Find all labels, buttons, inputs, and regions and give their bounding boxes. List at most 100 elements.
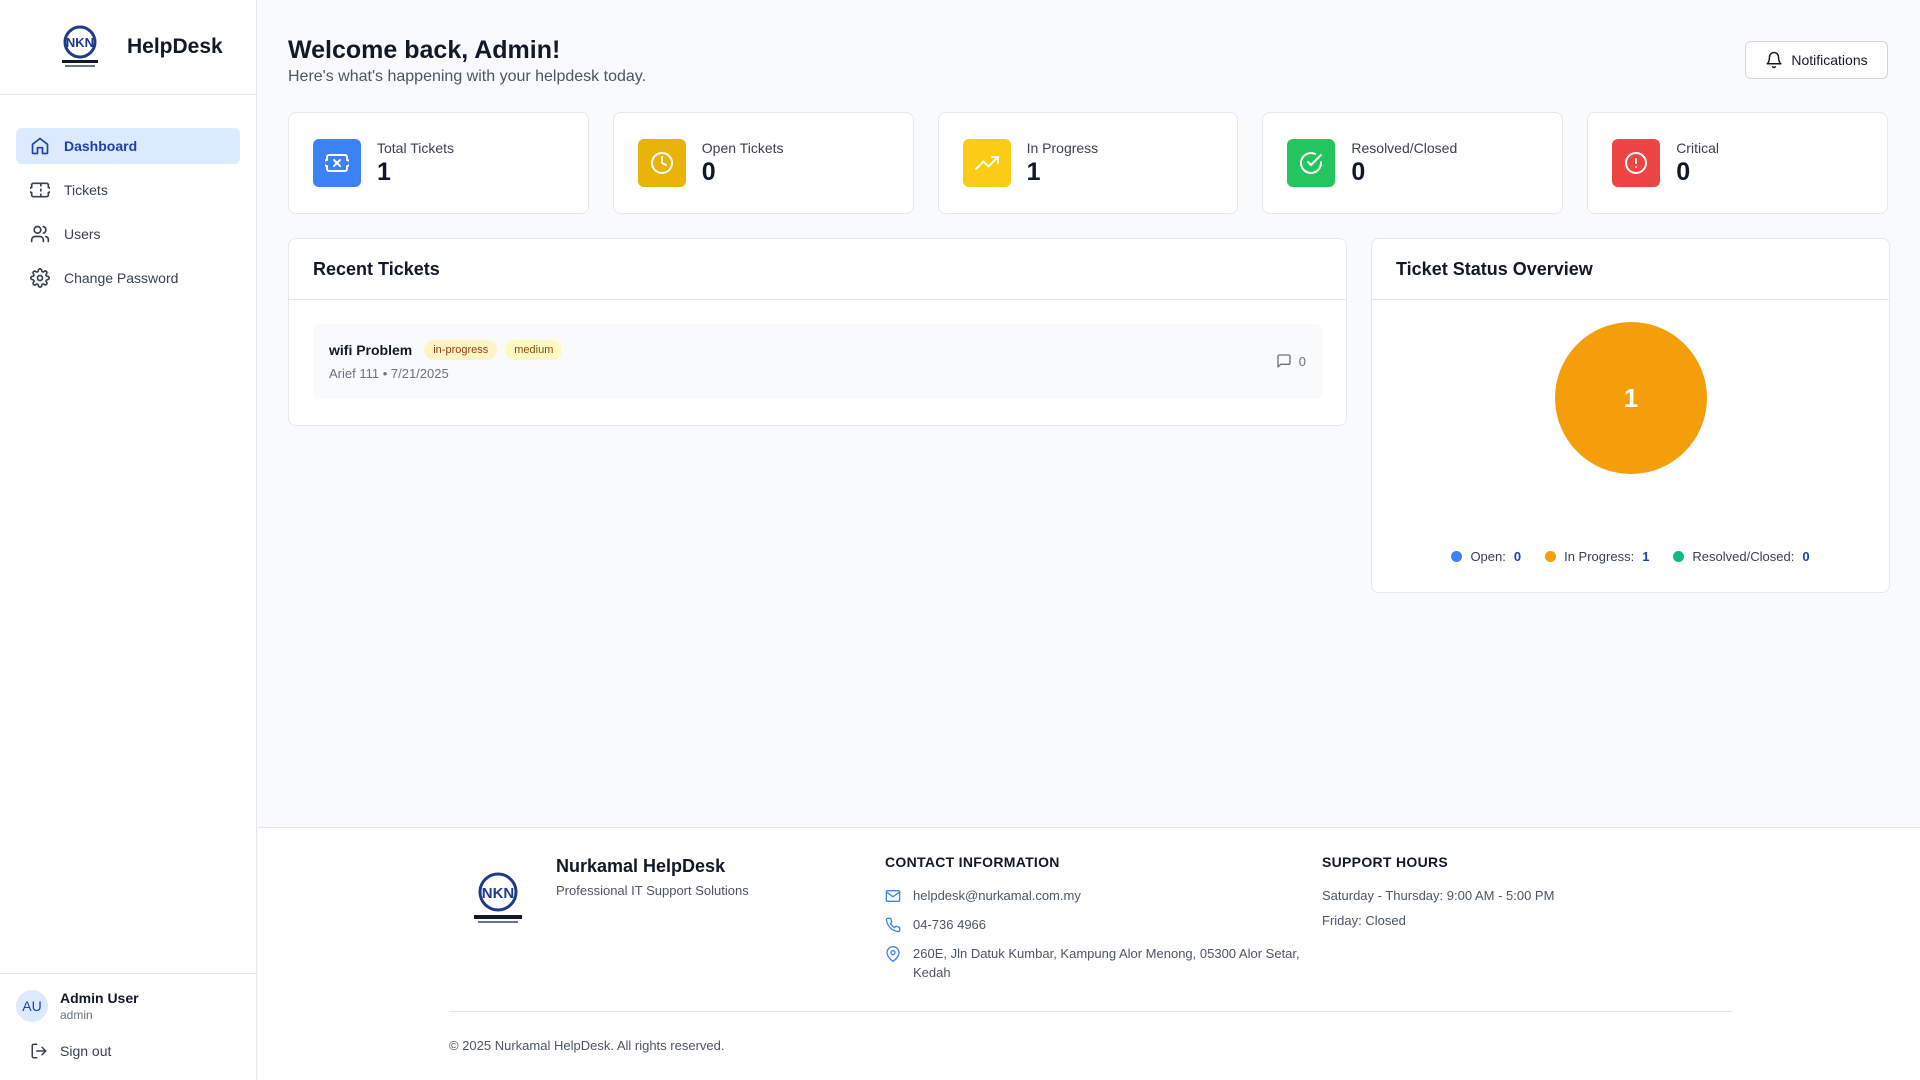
legend-label: In Progress: bbox=[1564, 549, 1635, 564]
stat-icon-box bbox=[962, 139, 1011, 187]
sidebar-item-tickets[interactable]: Tickets bbox=[16, 172, 240, 208]
contact-email[interactable]: helpdesk@nurkamal.com.my bbox=[885, 886, 1305, 905]
footer-contact: CONTACT INFORMATION helpdesk@nurkamal.co… bbox=[885, 854, 1305, 992]
sidebar-item-change-password[interactable]: Change Password bbox=[16, 260, 240, 296]
footer-divider bbox=[449, 1011, 1732, 1012]
recent-tickets-title: Recent Tickets bbox=[289, 239, 1346, 300]
sidebar-item-label: Change Password bbox=[64, 270, 179, 286]
stat-value: 1 bbox=[1026, 157, 1041, 186]
check-circle-icon bbox=[1300, 152, 1323, 174]
recent-tickets-card: Recent Tickets wifi Problem in-progress … bbox=[288, 238, 1347, 426]
sidebar-item-users[interactable]: Users bbox=[16, 216, 240, 252]
mail-icon bbox=[885, 890, 901, 902]
page-title: Welcome back, Admin! bbox=[288, 36, 561, 64]
sign-out-label: Sign out bbox=[60, 1043, 112, 1059]
legend-dot bbox=[1451, 551, 1463, 562]
address-text: 260E, Jln Datuk Kumbar, Kampung Alor Men… bbox=[913, 946, 1300, 980]
ticket-icon bbox=[30, 182, 50, 198]
logout-icon bbox=[31, 1043, 47, 1059]
clock-icon bbox=[650, 152, 673, 174]
home-icon bbox=[31, 137, 49, 155]
pie-center-label: 1 bbox=[1624, 383, 1638, 413]
brand: NKN HelpDesk bbox=[0, 0, 256, 95]
status-badge: in-progress bbox=[424, 340, 498, 360]
stat-value: 0 bbox=[701, 157, 716, 186]
user-name: Admin User bbox=[60, 990, 139, 1006]
sidebar-user-panel: AU Admin User admin Sign out bbox=[0, 973, 256, 1080]
comment-icon bbox=[1277, 354, 1291, 368]
priority-badge: medium bbox=[505, 340, 563, 360]
legend-value: 0 bbox=[1802, 549, 1810, 564]
hours-line: Friday: Closed bbox=[1322, 913, 1406, 928]
phone-text: 04-736 4966 bbox=[913, 917, 987, 932]
stat-card-in-progress: In Progress 1 bbox=[937, 112, 1239, 214]
legend-dot bbox=[1673, 551, 1685, 562]
legend-item-in-progress: In Progress: 1 bbox=[1545, 549, 1649, 564]
stat-card-total: Total Tickets 1 bbox=[288, 112, 589, 214]
sidebar-item-label: Tickets bbox=[64, 182, 108, 198]
stat-card-open: Open Tickets 0 bbox=[612, 112, 914, 214]
alert-circle-icon bbox=[1625, 152, 1648, 174]
stat-icon-box bbox=[1612, 139, 1661, 187]
sign-out-button[interactable]: Sign out bbox=[16, 1042, 240, 1060]
ticket-status-overview-card: Ticket Status Overview 1 Open: 0 In Prog… bbox=[1371, 238, 1890, 593]
stat-label: Open Tickets bbox=[701, 139, 784, 156]
status-pie-chart: 1 bbox=[1555, 322, 1707, 474]
contact-address: 260E, Jln Datuk Kumbar, Kampung Alor Men… bbox=[885, 944, 1305, 982]
stat-label: Critical bbox=[1676, 139, 1719, 156]
svg-text:NKN: NKN bbox=[482, 885, 515, 902]
ticket-meta: Arief 111 • 7/21/2025 bbox=[329, 366, 449, 381]
stats-row: Total Tickets 1 Open Tickets 0 In Progre… bbox=[288, 112, 1888, 214]
stat-label: In Progress bbox=[1026, 139, 1099, 156]
footer-support-hours: SUPPORT HOURS Saturday - Thursday: 9:00 … bbox=[1322, 854, 1682, 936]
email-text: helpdesk@nurkamal.com.my bbox=[913, 888, 1081, 903]
legend-label: Open: bbox=[1470, 549, 1506, 564]
avatar: AU bbox=[16, 990, 48, 1022]
stat-icon-box bbox=[1287, 139, 1336, 187]
legend-item-resolved: Resolved/Closed: 0 bbox=[1673, 549, 1810, 564]
trending-up-icon bbox=[974, 156, 999, 170]
notifications-button[interactable]: Notifications bbox=[1745, 41, 1888, 79]
main-content: Welcome back, Admin! Here's what's happe… bbox=[258, 0, 1920, 826]
stat-icon-box bbox=[313, 139, 361, 187]
contact-phone[interactable]: 04-736 4966 bbox=[885, 915, 1305, 934]
comment-count: 0 bbox=[1298, 353, 1306, 369]
users-icon bbox=[30, 225, 50, 243]
legend-value: 0 bbox=[1513, 549, 1522, 564]
company-logo: NKN bbox=[62, 25, 98, 67]
stat-card-resolved: Resolved/Closed 0 bbox=[1262, 112, 1564, 214]
legend-value: 1 bbox=[1642, 549, 1650, 564]
gear-icon bbox=[30, 268, 50, 288]
svg-text:NKN: NKN bbox=[66, 35, 94, 50]
stat-icon-box bbox=[637, 139, 686, 187]
legend-dot bbox=[1545, 551, 1557, 562]
copyright: © 2025 Nurkamal HelpDesk. All rights res… bbox=[449, 1038, 725, 1053]
footer-company-name: Nurkamal HelpDesk bbox=[556, 856, 726, 876]
sidebar-item-dashboard[interactable]: Dashboard bbox=[16, 128, 240, 164]
ticket-list-item[interactable]: wifi Problem in-progress medium Arief 11… bbox=[313, 324, 1322, 399]
stat-card-critical: Critical 0 bbox=[1587, 112, 1888, 214]
stat-label: Total Tickets bbox=[377, 139, 455, 156]
notifications-label: Notifications bbox=[1791, 52, 1868, 68]
contact-heading: CONTACT INFORMATION bbox=[885, 854, 1060, 870]
app-name: HelpDesk bbox=[127, 35, 223, 58]
chart-legend: Open: 0 In Progress: 1 Resolved/Closed: … bbox=[1372, 549, 1889, 564]
stat-value: 1 bbox=[377, 157, 391, 186]
footer: NKN Nurkamal HelpDesk Professional IT Su… bbox=[258, 827, 1920, 1080]
page-subtitle: Here's what's happening with your helpde… bbox=[288, 68, 647, 85]
sidebar: NKN HelpDesk Dashboard Tickets Users Cha… bbox=[0, 0, 257, 1080]
hours-heading: SUPPORT HOURS bbox=[1322, 854, 1449, 870]
phone-icon bbox=[885, 917, 901, 933]
user-role: admin bbox=[60, 1008, 93, 1022]
ticket-title: wifi Problem bbox=[329, 342, 413, 358]
user-profile: AU Admin User admin bbox=[16, 990, 240, 1022]
hours-line: Saturday - Thursday: 9:00 AM - 5:00 PM bbox=[1322, 888, 1555, 903]
stat-label: Resolved/Closed bbox=[1351, 139, 1458, 156]
overview-title: Ticket Status Overview bbox=[1372, 239, 1889, 300]
map-pin-icon bbox=[886, 946, 900, 962]
legend-item-open: Open: 0 bbox=[1451, 549, 1521, 564]
sidebar-item-label: Users bbox=[64, 226, 101, 242]
footer-tagline: Professional IT Support Solutions bbox=[556, 883, 749, 898]
stat-value: 0 bbox=[1676, 157, 1691, 186]
ticket-icon bbox=[325, 154, 349, 172]
